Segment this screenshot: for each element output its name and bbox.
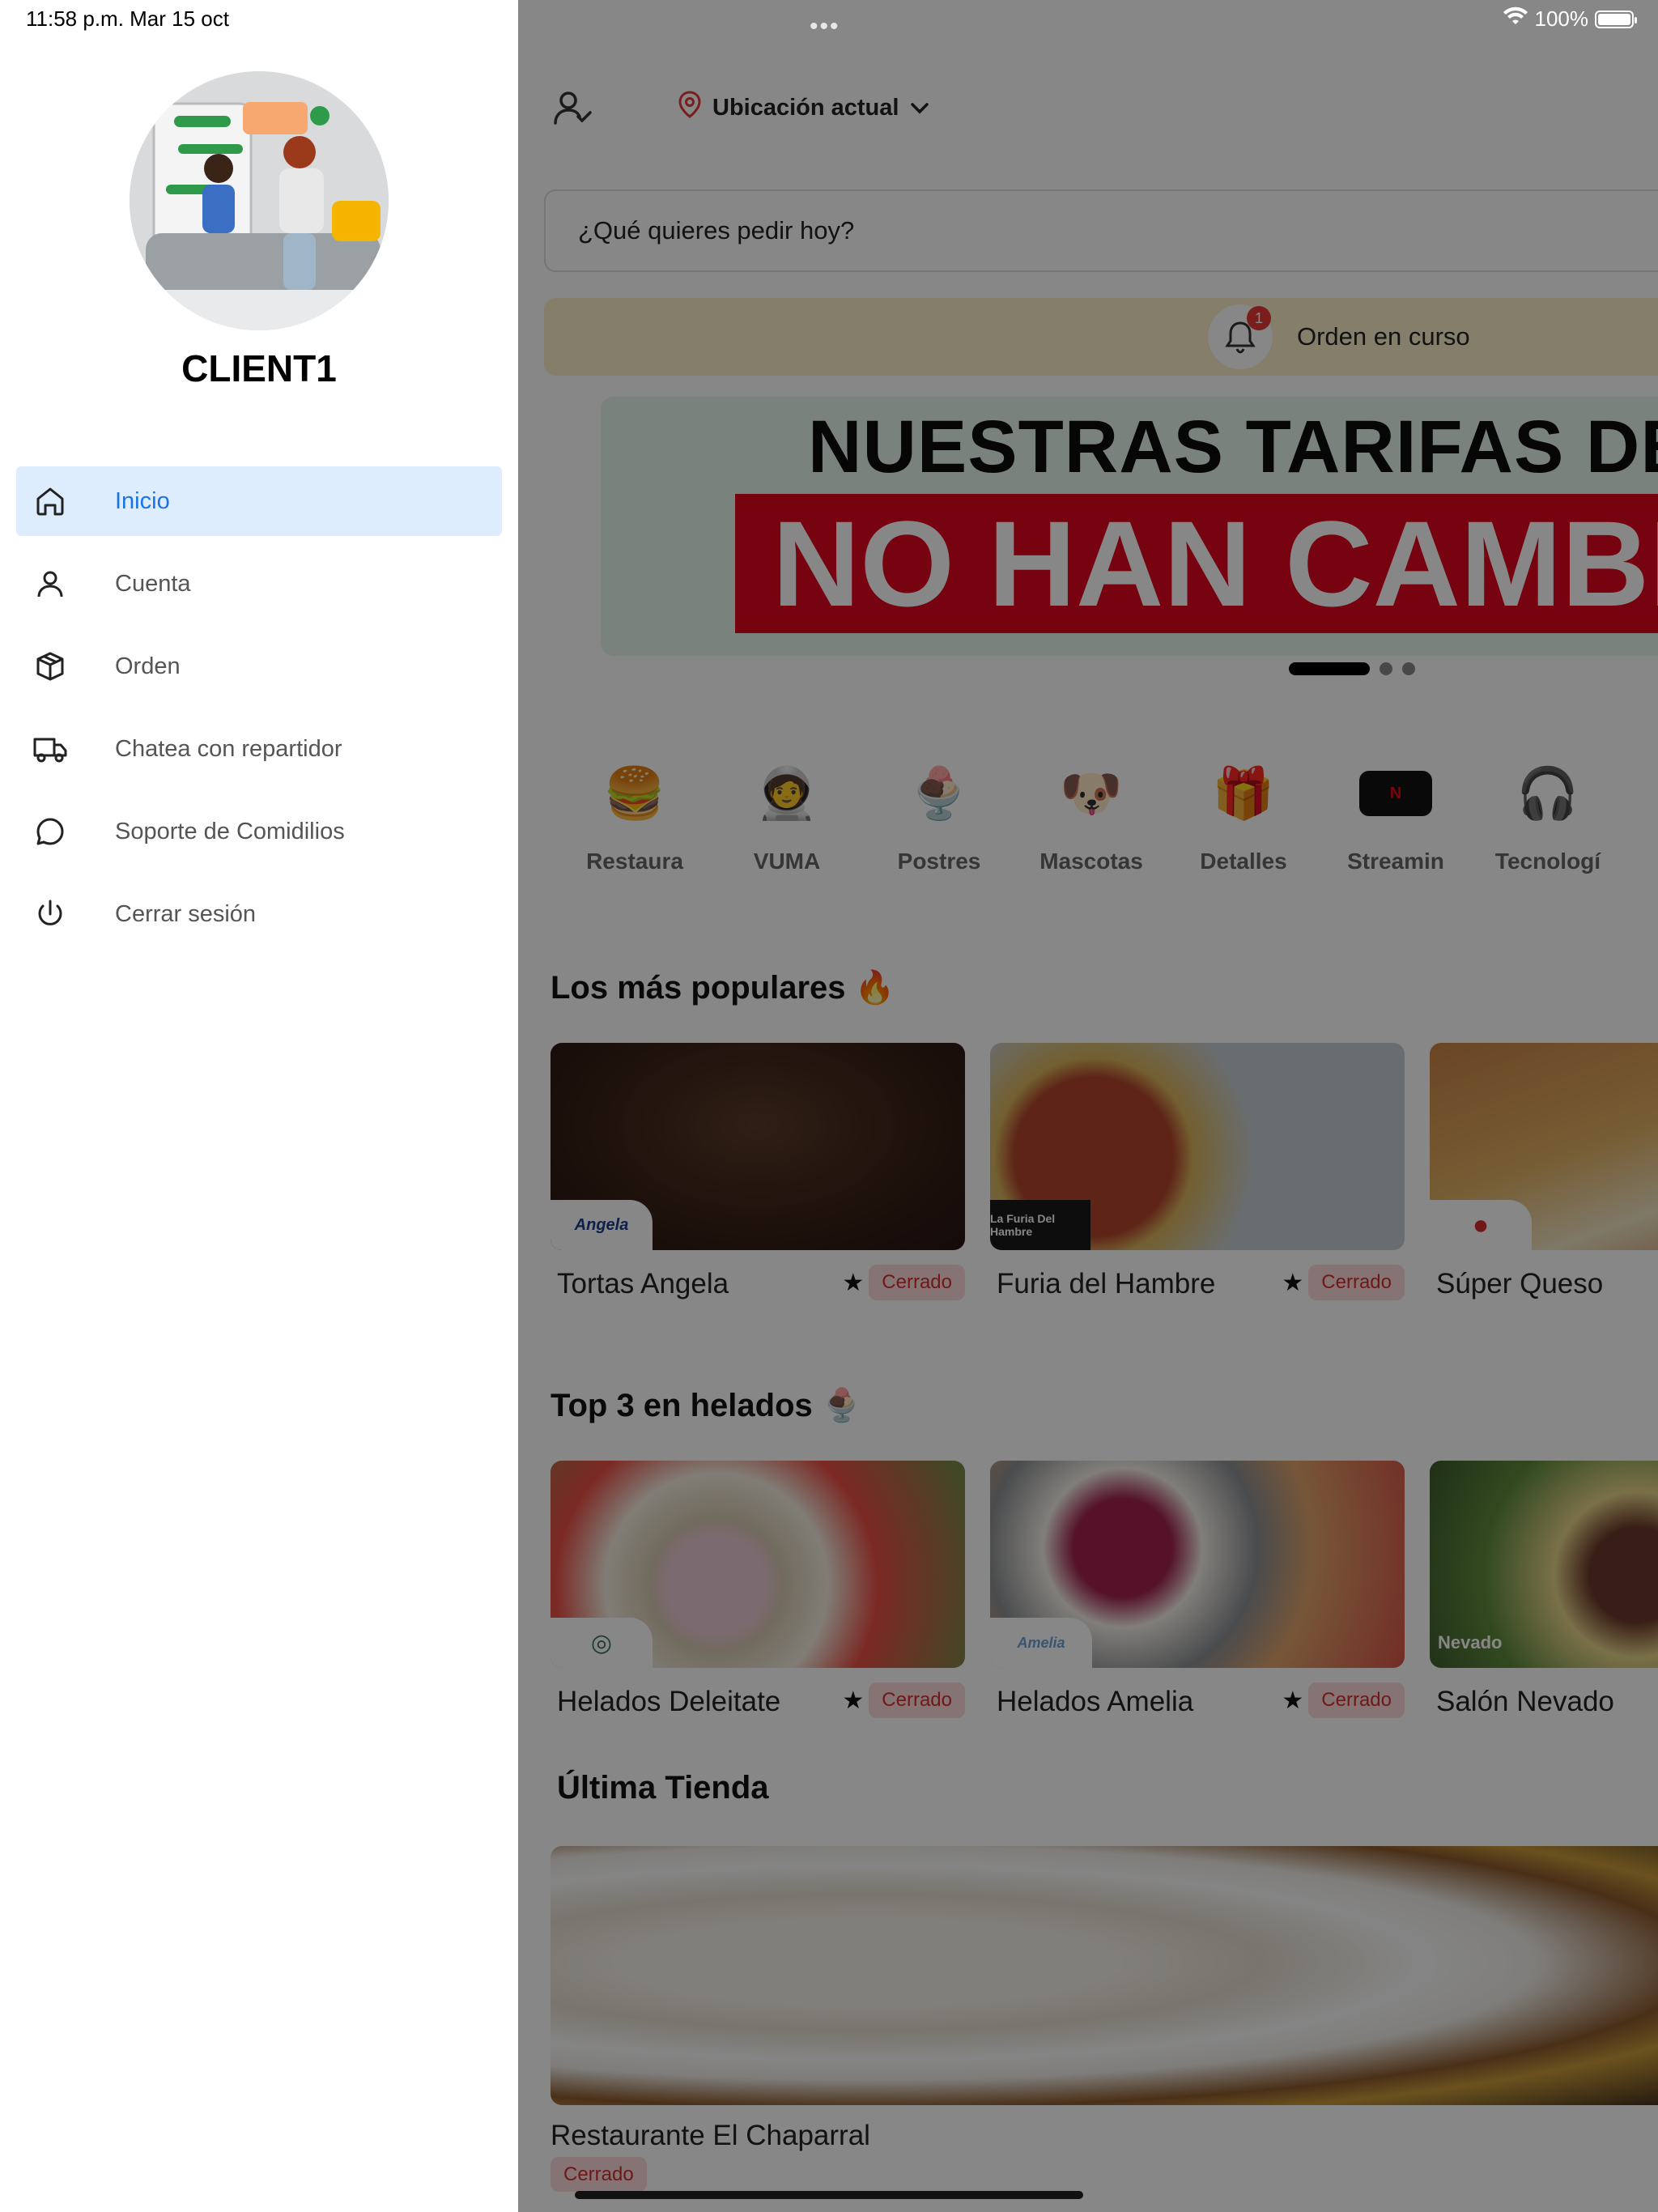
menu-item-inicio[interactable]: Inicio [16,466,502,536]
menu-item-label: Chatea con repartidor [115,735,342,762]
menu-item-label: Orden [115,653,181,679]
battery-percent: 100% [1534,6,1589,31]
menu-item-label: Soporte de Comidilios [115,818,345,844]
status-time: 11:58 p.m. Mar 15 oct [26,6,229,31]
menu-item-label: Inicio [115,487,170,514]
home-icon [28,479,73,524]
box-icon [28,644,73,689]
multitasking-dots[interactable]: ••• [810,13,840,40]
truck-icon [28,726,73,772]
user-icon [28,561,73,606]
home-indicator[interactable] [575,2191,1083,2199]
client-name: CLIENT1 [181,347,337,389]
battery-icon [1595,10,1637,28]
drawer-menu: Inicio Cuenta Orden Chatea con repartido… [16,466,502,962]
menu-item-chatea[interactable]: Chatea con repartidor [16,714,502,784]
chat-bubble-icon [28,809,73,854]
menu-item-orden[interactable]: Orden [16,632,502,701]
menu-item-soporte[interactable]: Soporte de Comidilios [16,797,502,866]
menu-item-label: Cerrar sesión [115,900,257,927]
power-icon [28,891,73,937]
navigation-drawer: CLIENT1 Inicio Cuenta Orden Chatea con r… [0,0,518,2212]
wifi-icon [1503,6,1528,32]
menu-item-cuenta[interactable]: Cuenta [16,549,502,619]
menu-item-label: Cuenta [115,570,191,597]
avatar[interactable] [130,71,389,330]
app-screen: { "status_bar": { "time": "11:58 p.m. Ma… [0,0,1658,2212]
menu-item-cerrar-sesion[interactable]: Cerrar sesión [16,879,502,949]
